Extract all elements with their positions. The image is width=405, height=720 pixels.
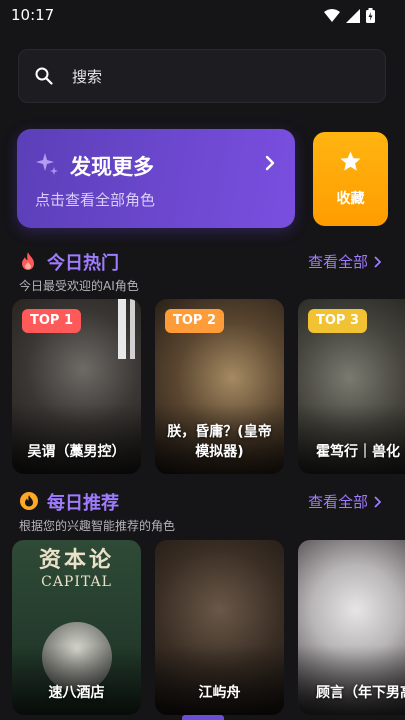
hot-section-header: 今日热门 今日最受欢迎的AI角色 查看全部 bbox=[0, 249, 405, 293]
discover-title: 发现更多 bbox=[70, 155, 154, 179]
flame-circle-icon bbox=[20, 492, 38, 510]
daily-section-title: 每日推荐 bbox=[47, 493, 119, 514]
discover-subtitle: 点击查看全部角色 bbox=[35, 191, 156, 209]
daily-see-all-link[interactable]: 查看全部 bbox=[308, 491, 381, 512]
status-bar: 10:17 bbox=[0, 0, 405, 30]
hot-see-all-link[interactable]: 查看全部 bbox=[308, 251, 381, 272]
search-icon bbox=[35, 67, 53, 85]
card-shade bbox=[12, 645, 141, 715]
rank-badge: TOP 2 bbox=[165, 309, 225, 333]
card-shade bbox=[298, 404, 405, 474]
status-time: 10:17 bbox=[11, 6, 55, 24]
bottom-nav-indicator[interactable] bbox=[182, 715, 224, 720]
background-stripe bbox=[118, 299, 126, 359]
character-card[interactable]: 顾言（年下男高） bbox=[298, 540, 405, 715]
daily-card-row: 资本论 CAPITAL 速八酒店 江屿舟 顾言（年下男高） bbox=[12, 540, 405, 715]
favorite-label: 收藏 bbox=[336, 191, 365, 207]
card-shade bbox=[12, 404, 141, 474]
search-placeholder: 搜索 bbox=[72, 68, 103, 86]
character-card[interactable]: 江屿舟 bbox=[155, 540, 284, 715]
star-icon bbox=[340, 151, 361, 171]
fire-icon bbox=[22, 252, 34, 270]
character-name: 顾言（年下男高） bbox=[316, 685, 405, 701]
rank-badge: TOP 3 bbox=[308, 309, 368, 333]
daily-section-header: 每日推荐 根据您的兴趣智能推荐的角色 查看全部 bbox=[0, 489, 405, 533]
card-shade bbox=[298, 645, 405, 715]
sparkle-icon bbox=[36, 153, 58, 175]
book-cover-title: 资本论 bbox=[38, 547, 114, 573]
battery-icon bbox=[366, 8, 375, 23]
character-name: 朕，昏庸？(皇帝模拟器) bbox=[167, 424, 272, 460]
favorite-button[interactable]: 收藏 bbox=[313, 132, 388, 226]
book-cover-subtitle: CAPITAL bbox=[41, 574, 112, 590]
search-input[interactable]: 搜索 bbox=[18, 49, 386, 103]
character-card[interactable]: TOP 2 朕，昏庸？(皇帝模拟器) bbox=[155, 299, 284, 474]
see-all-label: 查看全部 bbox=[307, 493, 368, 511]
wifi-icon bbox=[324, 8, 340, 22]
chevron-right-icon bbox=[374, 495, 381, 508]
card-shade bbox=[155, 645, 284, 715]
see-all-label: 查看全部 bbox=[307, 253, 368, 271]
character-card[interactable]: TOP 3 霍笃行｜兽化｜雇佣兵 bbox=[298, 299, 405, 474]
character-name: 江屿舟 bbox=[198, 685, 241, 701]
status-icons bbox=[324, 8, 375, 23]
hot-card-row: TOP 1 吴谓（藁男控） TOP 2 朕，昏庸？(皇帝模拟器) TOP 3 霍… bbox=[12, 299, 405, 474]
character-name: 速八酒店 bbox=[48, 685, 105, 701]
daily-section-subtitle: 根据您的兴趣智能推荐的角色 bbox=[19, 519, 176, 533]
signal-icon bbox=[346, 8, 360, 23]
discover-more-card[interactable]: 发现更多 点击查看全部角色 bbox=[17, 129, 295, 228]
hot-section-subtitle: 今日最受欢迎的AI角色 bbox=[19, 279, 139, 293]
hot-section-title: 今日热门 bbox=[47, 253, 119, 274]
character-name: 霍笃行｜兽化｜雇佣兵 bbox=[316, 444, 405, 460]
rank-badge: TOP 1 bbox=[22, 309, 82, 333]
background-stripe bbox=[130, 299, 135, 359]
character-name: 吴谓（藁男控） bbox=[27, 444, 126, 460]
chevron-right-icon bbox=[265, 155, 275, 171]
character-card[interactable]: 资本论 CAPITAL 速八酒店 bbox=[12, 540, 141, 715]
chevron-right-icon bbox=[374, 255, 381, 268]
character-card[interactable]: TOP 1 吴谓（藁男控） bbox=[12, 299, 141, 474]
